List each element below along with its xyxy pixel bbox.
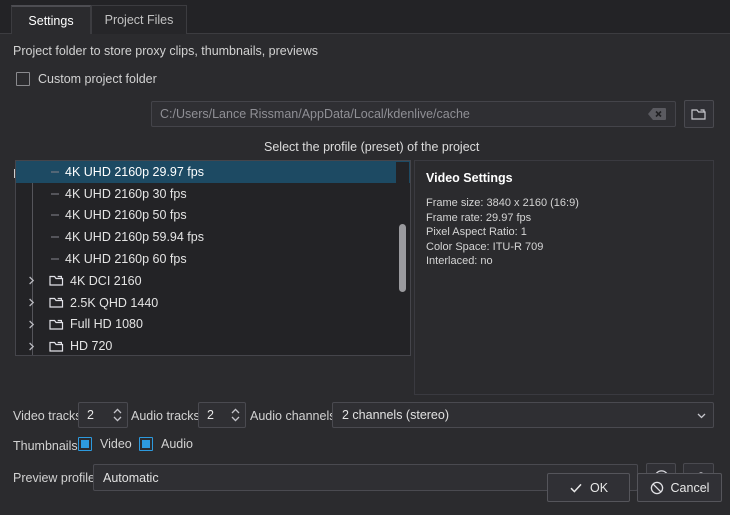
thumbnails-video-label: Video	[100, 437, 132, 451]
tree-item[interactable]: Full HD 1080	[16, 314, 410, 336]
tree-item-label: 4K DCI 2160	[70, 273, 142, 288]
audio-tracks-value: 2	[207, 408, 214, 422]
tab-bar: Settings Project Files	[0, 0, 730, 34]
video-settings-color-space: Color Space: ITU-R 709	[426, 240, 544, 253]
tree-item[interactable]: 4K DCI 2160	[16, 270, 410, 292]
video-tracks-label: Video tracks	[13, 409, 82, 423]
audio-tracks-stepper[interactable]: 2	[198, 402, 246, 428]
thumbnails-video-checkbox[interactable]: Video	[78, 437, 132, 451]
cancel-button[interactable]: Cancel	[637, 473, 722, 502]
tree-item-label: Full HD 1080	[70, 317, 143, 332]
chevron-right-icon[interactable]	[24, 319, 38, 330]
ok-button-label: OK	[589, 480, 609, 495]
browse-folder-button[interactable]	[684, 100, 714, 128]
folder-icon	[46, 340, 66, 353]
tab-project-files-label: Project Files	[104, 13, 174, 27]
audio-channels-select[interactable]: 2 channels (stereo)	[332, 402, 714, 428]
stepper-arrows-icon[interactable]	[225, 406, 245, 424]
custom-project-folder-checkbox[interactable]: Custom project folder	[16, 72, 157, 86]
audio-channels-value: 2 channels (stereo)	[342, 408, 450, 422]
chevron-right-icon[interactable]	[24, 341, 38, 352]
tree-item-label: 4K UHD 2160p 29.97 fps	[65, 164, 204, 179]
thumbnails-audio-checkbox[interactable]: Audio	[139, 437, 193, 451]
prohibited-icon	[650, 481, 664, 495]
video-settings-frame-rate: Frame rate: 29.97 fps	[426, 211, 532, 224]
cancel-button-label: Cancel	[670, 480, 710, 495]
audio-channels-label: Audio channels	[250, 409, 336, 423]
video-tracks-stepper[interactable]: 2	[78, 402, 128, 428]
tree-item-label: HD 720	[70, 339, 113, 354]
tab-project-files[interactable]: Project Files	[91, 5, 187, 34]
video-settings-title: Video Settings	[426, 171, 513, 185]
tree-item[interactable]: 2.5K QHD 1440	[16, 292, 410, 314]
tree-item[interactable]: 4K UHD 2160p 60 fps	[16, 248, 410, 270]
tree-item[interactable]: 4K UHD 2160p 29.97 fps	[16, 161, 410, 183]
tree-branch-icon	[49, 210, 65, 220]
preview-profile-label: Preview profile	[13, 471, 95, 485]
preview-profile-value: Automatic	[103, 470, 159, 485]
audio-tracks-label: Audio tracks	[131, 409, 200, 423]
ok-button[interactable]: OK	[547, 473, 630, 502]
tree-item-label: 4K UHD 2160p 50 fps	[65, 208, 187, 223]
folder-icon	[46, 318, 66, 331]
tree-item[interactable]: HD 720	[16, 335, 410, 355]
checkbox-box	[78, 437, 92, 451]
scrollbar-thumb[interactable]	[399, 224, 406, 292]
profile-tree-scrollbar[interactable]	[396, 162, 409, 354]
tree-branch-icon	[49, 254, 65, 264]
tree-branch-icon	[49, 189, 65, 199]
tree-item-label: 4K UHD 2160p 30 fps	[65, 186, 187, 201]
tree-item[interactable]: 4K UHD 2160p 59.94 fps	[16, 226, 410, 248]
profile-section-title: Select the profile (preset) of the proje…	[264, 140, 480, 154]
tree-branch-icon	[49, 167, 65, 177]
stepper-arrows-icon[interactable]	[107, 406, 127, 424]
chevron-right-icon[interactable]	[24, 275, 38, 286]
settings-panel: Project folder to store proxy clips, thu…	[0, 34, 730, 515]
project-path-input[interactable]: C:/Users/Lance Rissman/AppData/Local/kde…	[151, 101, 676, 127]
tab-settings-label: Settings	[28, 13, 74, 28]
project-folder-description: Project folder to store proxy clips, thu…	[13, 44, 318, 58]
tree-item-label: 4K UHD 2160p 60 fps	[65, 252, 187, 267]
tab-settings[interactable]: Settings	[11, 5, 91, 34]
checkbox-box	[139, 437, 153, 451]
tree-branch-icon	[49, 232, 65, 242]
tree-item[interactable]: 4K UHD 2160p 30 fps	[16, 183, 410, 205]
tree-item-label: 4K UHD 2160p 59.94 fps	[65, 230, 204, 245]
folder-icon	[46, 274, 66, 287]
profile-tree-list: 4K UHD 2160p 29.97 fps 4K UHD 2160p 30 fp…	[16, 161, 410, 355]
video-settings-frame-size: Frame size: 3840 x 2160 (16:9)	[426, 197, 579, 209]
project-path-value: C:/Users/Lance Rissman/AppData/Local/kde…	[160, 107, 470, 121]
video-settings-interlaced: Interlaced: no	[426, 255, 493, 267]
tree-item-label: 2.5K QHD 1440	[70, 295, 159, 310]
clear-text-icon[interactable]	[647, 107, 667, 121]
folder-icon	[46, 296, 66, 309]
checkbox-box	[16, 72, 30, 86]
check-icon	[569, 481, 583, 495]
custom-project-folder-label: Custom project folder	[38, 72, 157, 86]
chevron-down-icon	[696, 410, 707, 421]
open-folder-icon	[691, 107, 707, 121]
project-settings-dialog: Settings Project Files Project folder to…	[0, 0, 730, 515]
chevron-right-icon[interactable]	[24, 297, 38, 308]
thumbnails-label: Thumbnails:	[13, 439, 82, 453]
video-tracks-value: 2	[87, 408, 94, 422]
video-settings-par: Pixel Aspect Ratio: 1	[426, 226, 527, 238]
thumbnails-audio-label: Audio	[161, 437, 193, 451]
profile-tree[interactable]: 4K UHD 2160p 29.97 fps 4K UHD 2160p 30 fp…	[15, 160, 411, 356]
tree-item[interactable]: 4K UHD 2160p 50 fps	[16, 205, 410, 227]
video-settings-panel: Video Settings Frame size: 3840 x 2160 (…	[414, 160, 714, 395]
